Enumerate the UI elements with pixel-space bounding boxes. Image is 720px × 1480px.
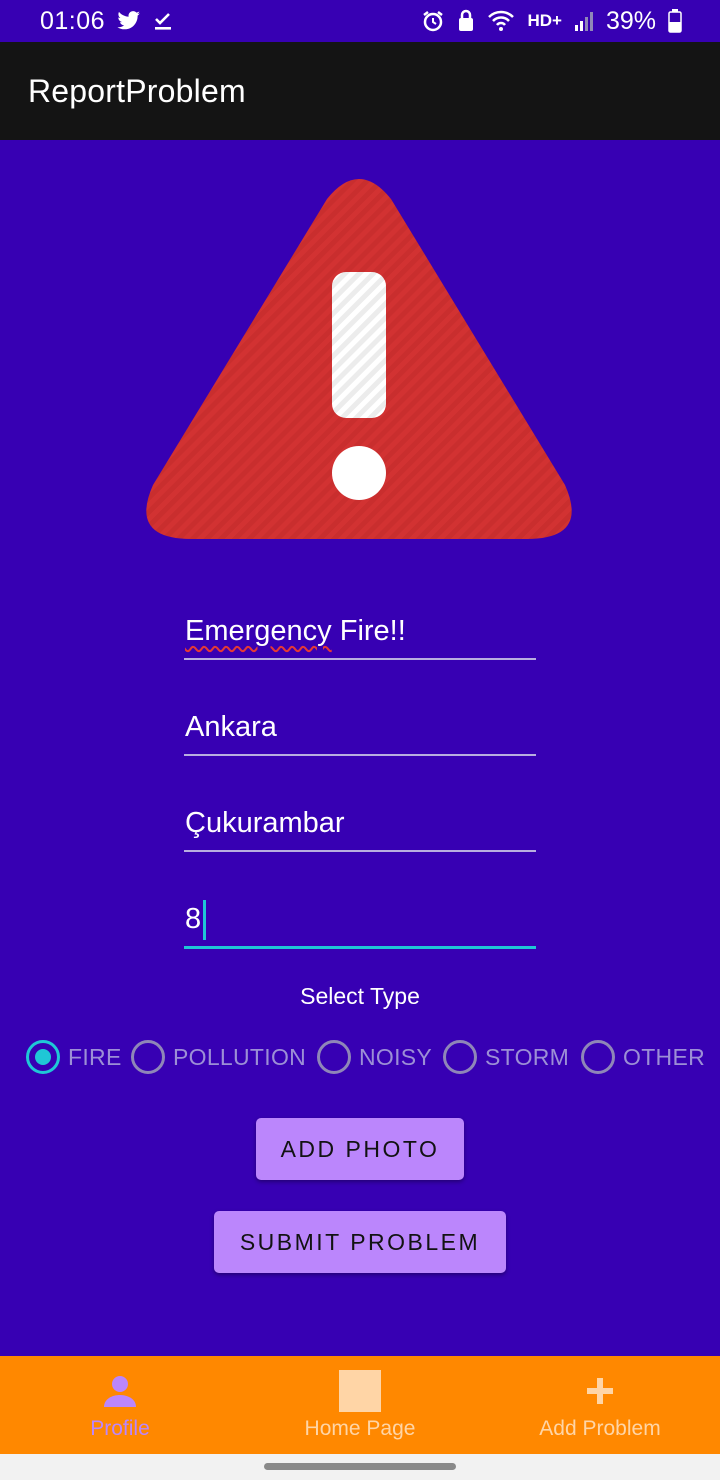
battery-icon <box>668 9 682 33</box>
status-bar: 01:06 HD+ 39% <box>0 0 720 42</box>
app-title: ReportProblem <box>28 72 246 109</box>
select-type-label: Select Type <box>300 983 420 1009</box>
wifi-icon <box>487 10 515 32</box>
radio-fire[interactable]: FIRE <box>26 1036 122 1078</box>
radio-label: NOISY <box>359 1043 433 1070</box>
gesture-bar <box>0 1454 720 1480</box>
number-field[interactable]: 8 <box>184 893 536 949</box>
radio-unselected-icon <box>131 1040 165 1074</box>
radio-selected-icon <box>26 1040 60 1074</box>
radio-unselected-icon <box>317 1040 351 1074</box>
bottom-navigation: Profile Home Page Add Problem <box>0 1356 720 1454</box>
radio-noisy[interactable]: NOISY <box>317 1036 432 1078</box>
warning-triangle-icon <box>143 175 575 543</box>
radio-label: FIRE <box>68 1043 122 1070</box>
title-field-rest: Fire!! <box>331 614 406 647</box>
nav-item-home[interactable]: Home Page <box>240 1356 480 1454</box>
text-cursor <box>203 899 207 940</box>
title-field[interactable]: Emergency Fire!! <box>184 604 536 660</box>
radio-unselected-icon <box>443 1040 477 1074</box>
check-icon <box>153 11 173 31</box>
type-radio-group: FIRE POLLUTION NOISY STORM OTHER <box>0 1036 720 1078</box>
radio-other[interactable]: OTHER <box>581 1036 705 1078</box>
app-bar: ReportProblem <box>0 42 720 140</box>
nav-item-add-problem[interactable]: Add Problem <box>480 1356 720 1454</box>
home-square-icon <box>338 1369 382 1413</box>
nav-item-profile[interactable]: Profile <box>0 1356 240 1454</box>
radio-unselected-icon <box>581 1040 615 1074</box>
signal-icon <box>574 10 594 32</box>
district-field-value: Çukurambar <box>185 806 345 839</box>
number-field-value: 8 <box>185 903 202 935</box>
misspelled-word: Emergency <box>185 614 332 647</box>
city-field[interactable]: Ankara <box>184 700 536 756</box>
add-photo-button[interactable]: ADD PHOTO <box>256 1118 464 1180</box>
twitter-icon <box>117 11 141 31</box>
submit-problem-button[interactable]: SUBMIT PROBLEM <box>214 1211 506 1273</box>
lock-icon <box>457 9 475 33</box>
radio-storm[interactable]: STORM <box>443 1036 569 1078</box>
person-icon <box>98 1369 142 1413</box>
status-left: 01:06 <box>40 7 173 36</box>
alarm-icon <box>421 9 445 33</box>
district-field[interactable]: Çukurambar <box>184 796 536 852</box>
title-field-value: Emergency Fire!! <box>185 615 406 648</box>
radio-pollution[interactable]: POLLUTION <box>131 1036 306 1078</box>
nav-label: Home Page <box>304 1417 416 1440</box>
plus-icon <box>578 1369 622 1413</box>
nav-label: Profile <box>90 1417 150 1440</box>
radio-label: OTHER <box>623 1043 705 1070</box>
radio-label: STORM <box>485 1043 570 1070</box>
status-time: 01:06 <box>40 6 106 35</box>
status-right: HD+ 39% <box>421 7 682 36</box>
battery-percent: 39% <box>605 6 656 35</box>
network-label: HD+ <box>527 11 562 30</box>
nav-label: Add Problem <box>539 1417 661 1440</box>
radio-label: POLLUTION <box>173 1043 307 1070</box>
gesture-handle[interactable] <box>264 1463 456 1470</box>
city-field-value: Ankara <box>185 710 277 743</box>
